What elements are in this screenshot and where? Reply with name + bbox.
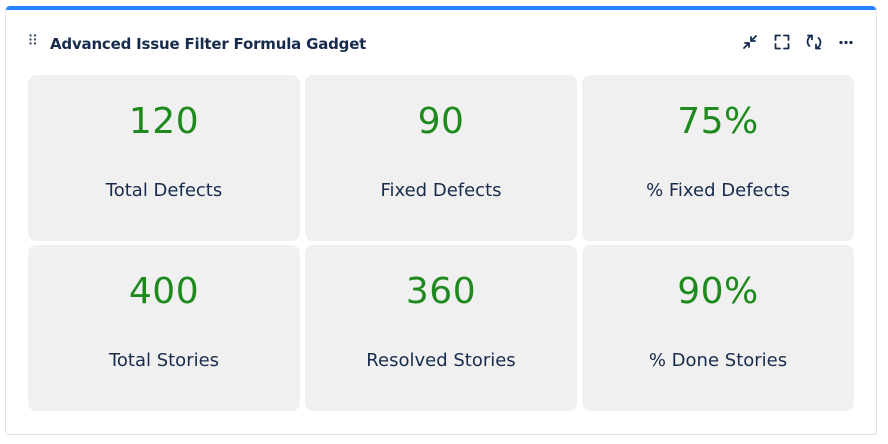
metrics-grid: 120 Total Defects 90 Fixed Defects 75% %… bbox=[28, 75, 854, 411]
gadget-title: Advanced Issue Filter Formula Gadget bbox=[50, 35, 367, 53]
metric-label: Fixed Defects bbox=[380, 180, 502, 201]
metric-card-fixed-defects: 90 Fixed Defects bbox=[305, 75, 577, 241]
metric-label: Total Stories bbox=[108, 350, 220, 371]
more-options-button[interactable] bbox=[836, 32, 856, 52]
metric-value: 400 bbox=[128, 271, 200, 312]
metric-value: 360 bbox=[405, 271, 477, 312]
metric-value: 90 bbox=[417, 101, 465, 142]
metric-value: 120 bbox=[128, 101, 200, 142]
drag-handle-icon[interactable] bbox=[28, 33, 38, 47]
metric-card-percent-done-stories: 90% % Done Stories bbox=[582, 245, 854, 411]
collapse-icon bbox=[743, 35, 757, 49]
refresh-button[interactable] bbox=[804, 32, 824, 52]
metric-label: % Fixed Defects bbox=[646, 180, 790, 201]
metric-card-percent-fixed-defects: 75% % Fixed Defects bbox=[582, 75, 854, 241]
metric-label: % Done Stories bbox=[648, 350, 788, 371]
metric-value: 75% bbox=[677, 101, 759, 142]
fullscreen-icon bbox=[774, 34, 790, 50]
gadget-header: Advanced Issue Filter Formula Gadget bbox=[6, 10, 876, 70]
gadget-panel: Advanced Issue Filter Formula Gadget 120… bbox=[5, 6, 877, 435]
collapse-button[interactable] bbox=[740, 32, 760, 52]
metric-card-resolved-stories: 360 Resolved Stories bbox=[305, 245, 577, 411]
gadget-header-actions bbox=[740, 32, 856, 52]
more-options-icon bbox=[839, 40, 853, 45]
metric-label: Total Defects bbox=[105, 180, 223, 201]
metric-card-total-stories: 400 Total Stories bbox=[28, 245, 300, 411]
metric-card-total-defects: 120 Total Defects bbox=[28, 75, 300, 241]
refresh-icon bbox=[806, 34, 822, 50]
metric-label: Resolved Stories bbox=[366, 350, 516, 371]
fullscreen-button[interactable] bbox=[772, 32, 792, 52]
metric-value: 90% bbox=[677, 271, 759, 312]
